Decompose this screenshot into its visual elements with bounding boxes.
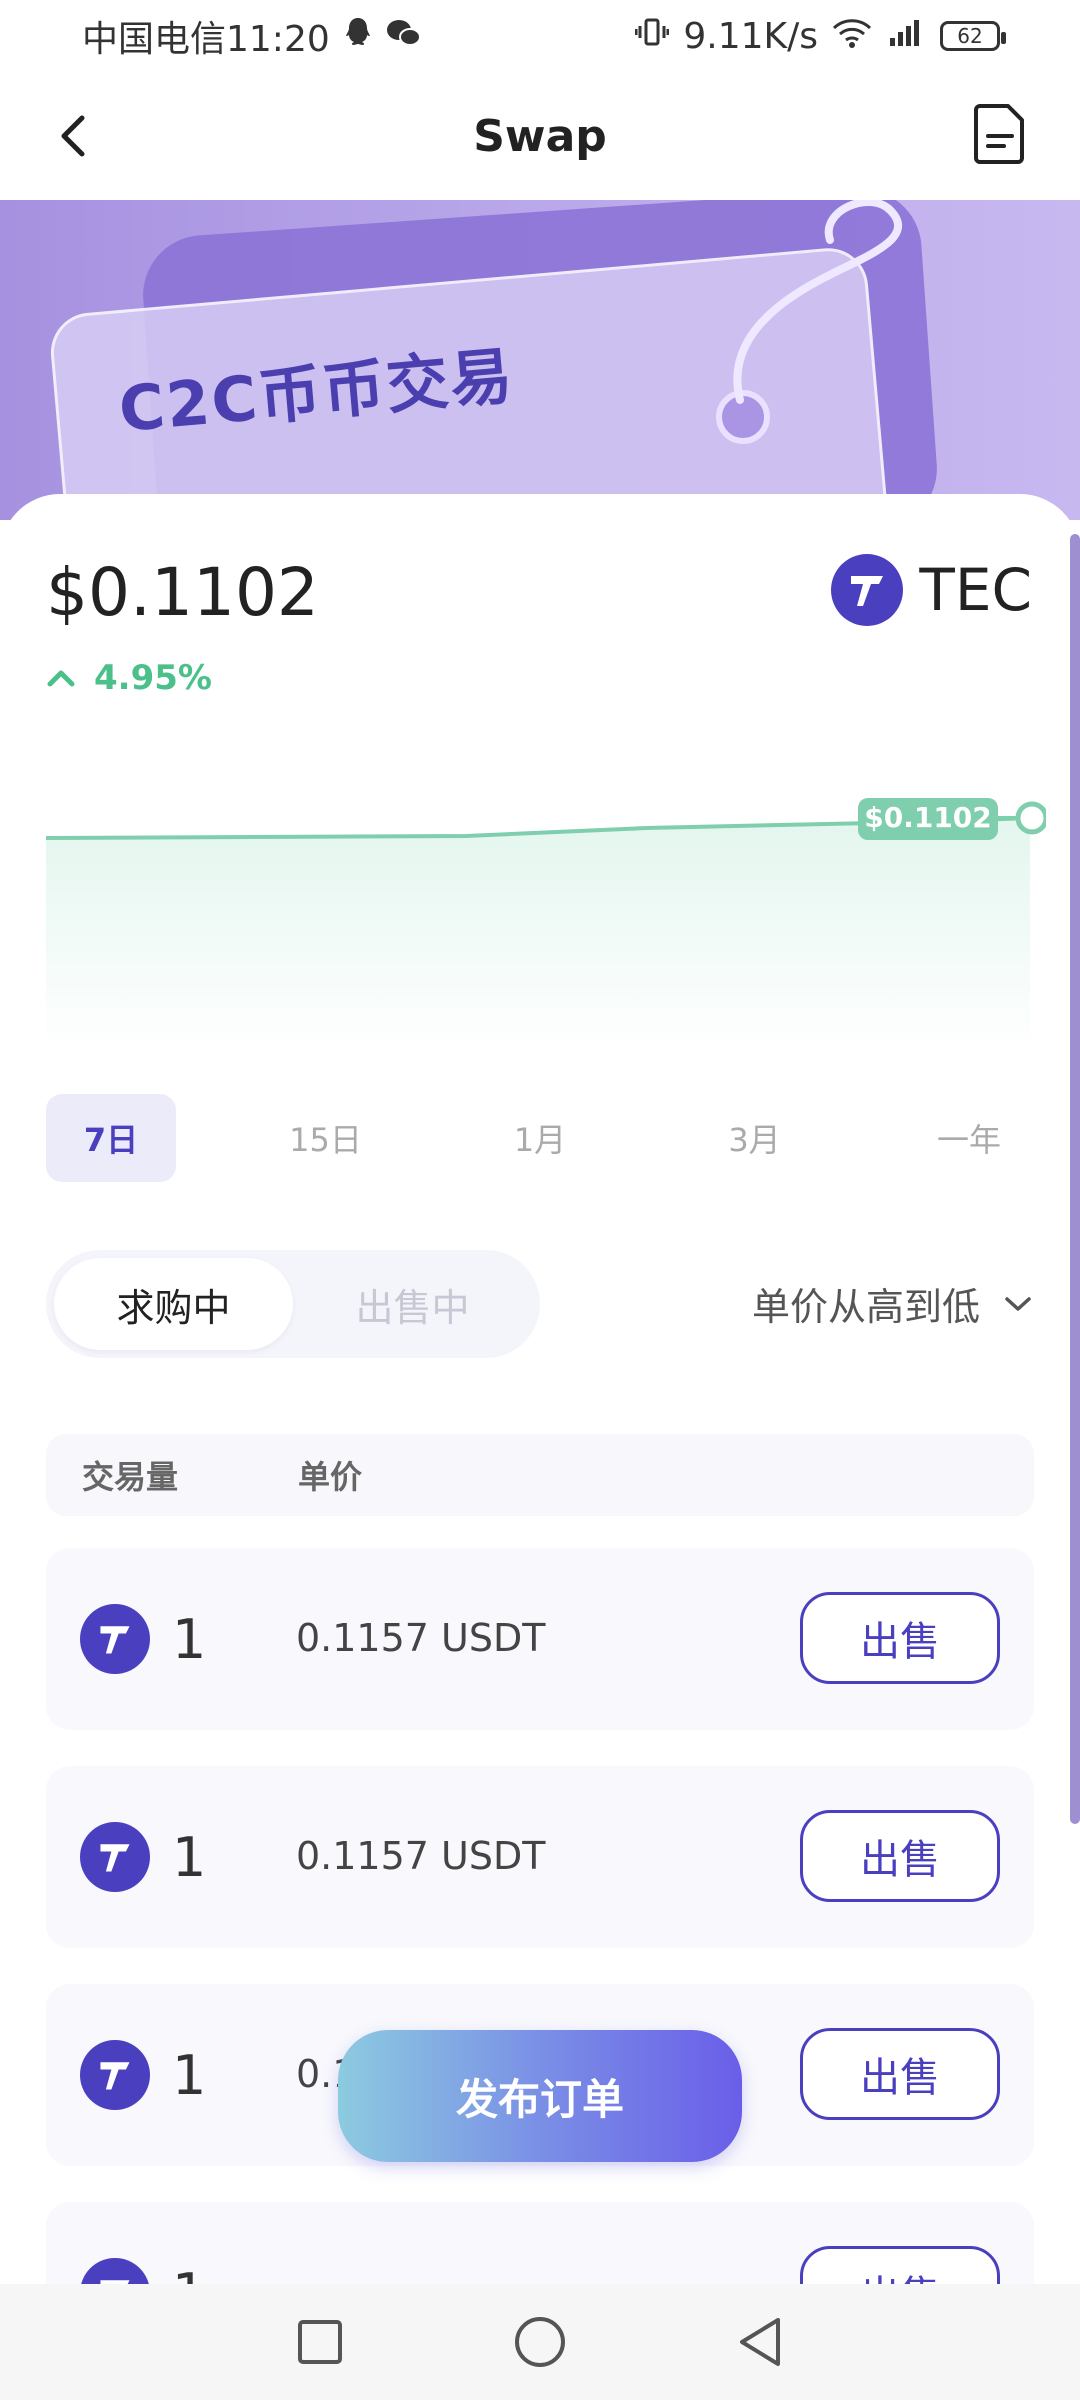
price-chart: $0.1102 xyxy=(45,770,1049,1050)
period-3m[interactable]: 3月 xyxy=(690,1094,820,1182)
period-1m[interactable]: 1月 xyxy=(475,1094,605,1182)
tec-logo-icon xyxy=(831,554,904,626)
column-header-volume: 交易量 xyxy=(82,1458,179,1496)
column-header-price: 单价 xyxy=(298,1458,363,1496)
order-row: 1 0.1157 USDT 出售 xyxy=(46,1548,1034,1730)
arrow-up-icon xyxy=(47,670,75,687)
banner-string-decoration xyxy=(733,200,902,404)
order-quantity: 1 xyxy=(172,1826,207,1889)
page-title: Swap xyxy=(473,110,607,162)
price-change-value: 4.95% xyxy=(94,658,212,698)
battery-icon: 62 xyxy=(940,21,1006,51)
order-row: 1 0.1157 USDT 出售 xyxy=(46,1766,1034,1948)
promo-banner: C2C币币交易 xyxy=(0,200,1080,520)
period-15d[interactable]: 15日 xyxy=(261,1094,391,1182)
sort-dropdown[interactable]: 单价从高到低 xyxy=(752,1276,1032,1331)
qq-icon xyxy=(344,16,372,57)
period-7d[interactable]: 7日 xyxy=(46,1094,176,1182)
coin-badge: TEC xyxy=(831,554,1032,626)
square-icon xyxy=(298,2320,342,2364)
sell-button[interactable]: 出售 xyxy=(800,2028,1000,2120)
tec-logo-icon xyxy=(80,2040,150,2110)
sell-button[interactable]: 出售 xyxy=(800,1810,1000,1902)
chart-tooltip: $0.1102 xyxy=(864,801,992,834)
sort-label: 单价从高到低 xyxy=(751,1285,980,1329)
circle-icon xyxy=(515,2317,565,2367)
vibrate-icon xyxy=(634,16,670,57)
coin-symbol: TEC xyxy=(919,556,1032,624)
wechat-icon xyxy=(386,16,422,57)
market-panel: $0.1102 4.95% TEC $0.1102 7日 15日 1月 3月 一… xyxy=(0,494,1080,2384)
publish-order-button[interactable]: 发布订单 xyxy=(338,2030,742,2162)
tab-buying[interactable]: 求购中 xyxy=(54,1258,293,1350)
price-change: 4.95% xyxy=(46,658,212,698)
recents-button[interactable] xyxy=(285,2307,355,2377)
order-unit-price: 0.1157 USDT xyxy=(296,1834,546,1878)
order-quantity: 1 xyxy=(172,1608,207,1671)
period-1y[interactable]: 一年 xyxy=(904,1094,1034,1182)
chart-area xyxy=(46,818,1030,1050)
table-header: 交易量 单价 xyxy=(46,1434,1034,1516)
status-bar: 中国电信11:20 9.11K/s 62 xyxy=(0,0,1080,72)
tab-selling[interactable]: 出售中 xyxy=(293,1258,532,1350)
home-button[interactable] xyxy=(505,2307,575,2377)
order-type-toggle: 求购中 出售中 xyxy=(46,1250,540,1358)
carrier-time: 中国电信11:20 xyxy=(82,19,330,60)
signal-icon xyxy=(886,16,926,57)
app-header: Swap xyxy=(0,72,1080,200)
back-button[interactable] xyxy=(44,106,104,166)
system-nav-bar xyxy=(0,2284,1080,2400)
order-quantity: 1 xyxy=(172,2044,207,2107)
back-nav-button[interactable] xyxy=(725,2307,795,2377)
current-price: $0.1102 xyxy=(46,554,319,631)
period-selector: 7日 15日 1月 3月 一年 xyxy=(46,1094,1034,1182)
order-unit-price: 0.1157 USDT xyxy=(296,1616,546,1660)
records-button[interactable] xyxy=(972,102,1028,166)
scrollbar[interactable] xyxy=(1070,534,1080,1824)
chevron-left-icon xyxy=(61,115,85,157)
document-icon xyxy=(974,104,1024,164)
network-speed: 9.11K/s xyxy=(683,15,818,57)
sell-button[interactable]: 出售 xyxy=(800,1592,1000,1684)
wifi-icon xyxy=(832,16,872,57)
chevron-down-icon xyxy=(1005,1296,1031,1311)
tec-logo-icon xyxy=(80,1822,150,1892)
chart-end-point xyxy=(1015,801,1049,835)
tec-logo-icon xyxy=(80,1604,150,1674)
triangle-back-icon xyxy=(740,2318,780,2366)
